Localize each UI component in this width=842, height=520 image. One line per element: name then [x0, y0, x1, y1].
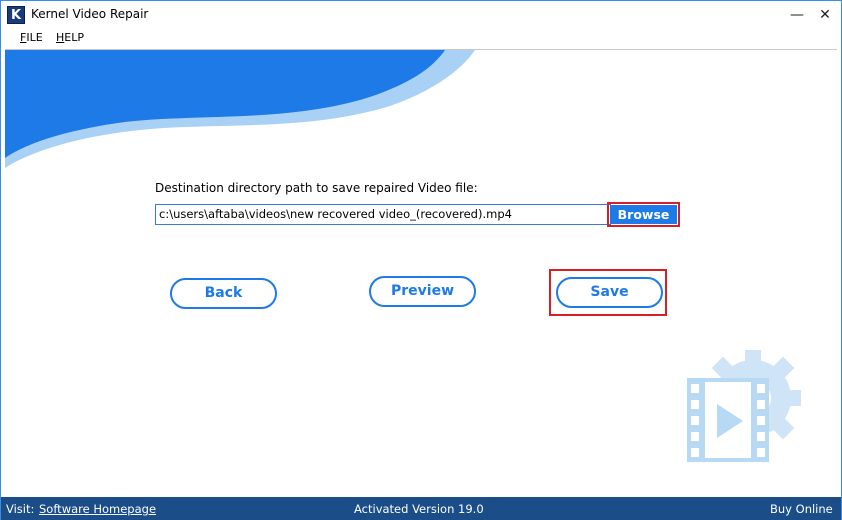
buy-online-link[interactable]: Buy Online — [770, 502, 833, 516]
status-bar: Visit: Software Homepage Activated Versi… — [1, 497, 841, 520]
app-window: K Kernel Video Repair — ✕ FILE HELP Dest… — [0, 0, 842, 520]
main-panel: Destination directory path to save repai… — [5, 49, 837, 495]
menu-file[interactable]: FILE — [20, 31, 43, 44]
destination-label: Destination directory path to save repai… — [155, 181, 478, 195]
video-gear-logo-icon — [687, 350, 801, 462]
preview-button[interactable]: Preview — [369, 276, 476, 307]
app-logo-icon: K — [7, 6, 25, 24]
close-icon[interactable]: ✕ — [811, 1, 839, 29]
window-title: Kernel Video Repair — [31, 7, 149, 21]
title-bar: K Kernel Video Repair — ✕ — [1, 1, 841, 29]
header-wave-decoration — [5, 50, 475, 168]
save-button[interactable]: Save — [556, 277, 663, 308]
version-text: Activated Version 19.0 — [354, 502, 484, 516]
minimize-icon[interactable]: — — [783, 1, 811, 29]
destination-path-input[interactable]: c:\users\aftaba\videos\new recovered vid… — [155, 204, 611, 225]
back-button[interactable]: Back — [170, 278, 277, 309]
software-homepage-link[interactable]: Software Homepage — [39, 502, 156, 516]
menu-file-label: ILE — [26, 31, 43, 44]
browse-button[interactable]: Browse — [610, 205, 677, 224]
menu-help-label: ELP — [64, 31, 84, 44]
visit-label: Visit: — [6, 502, 35, 516]
menu-help[interactable]: HELP — [56, 31, 84, 44]
menu-bar: FILE HELP — [1, 29, 841, 49]
